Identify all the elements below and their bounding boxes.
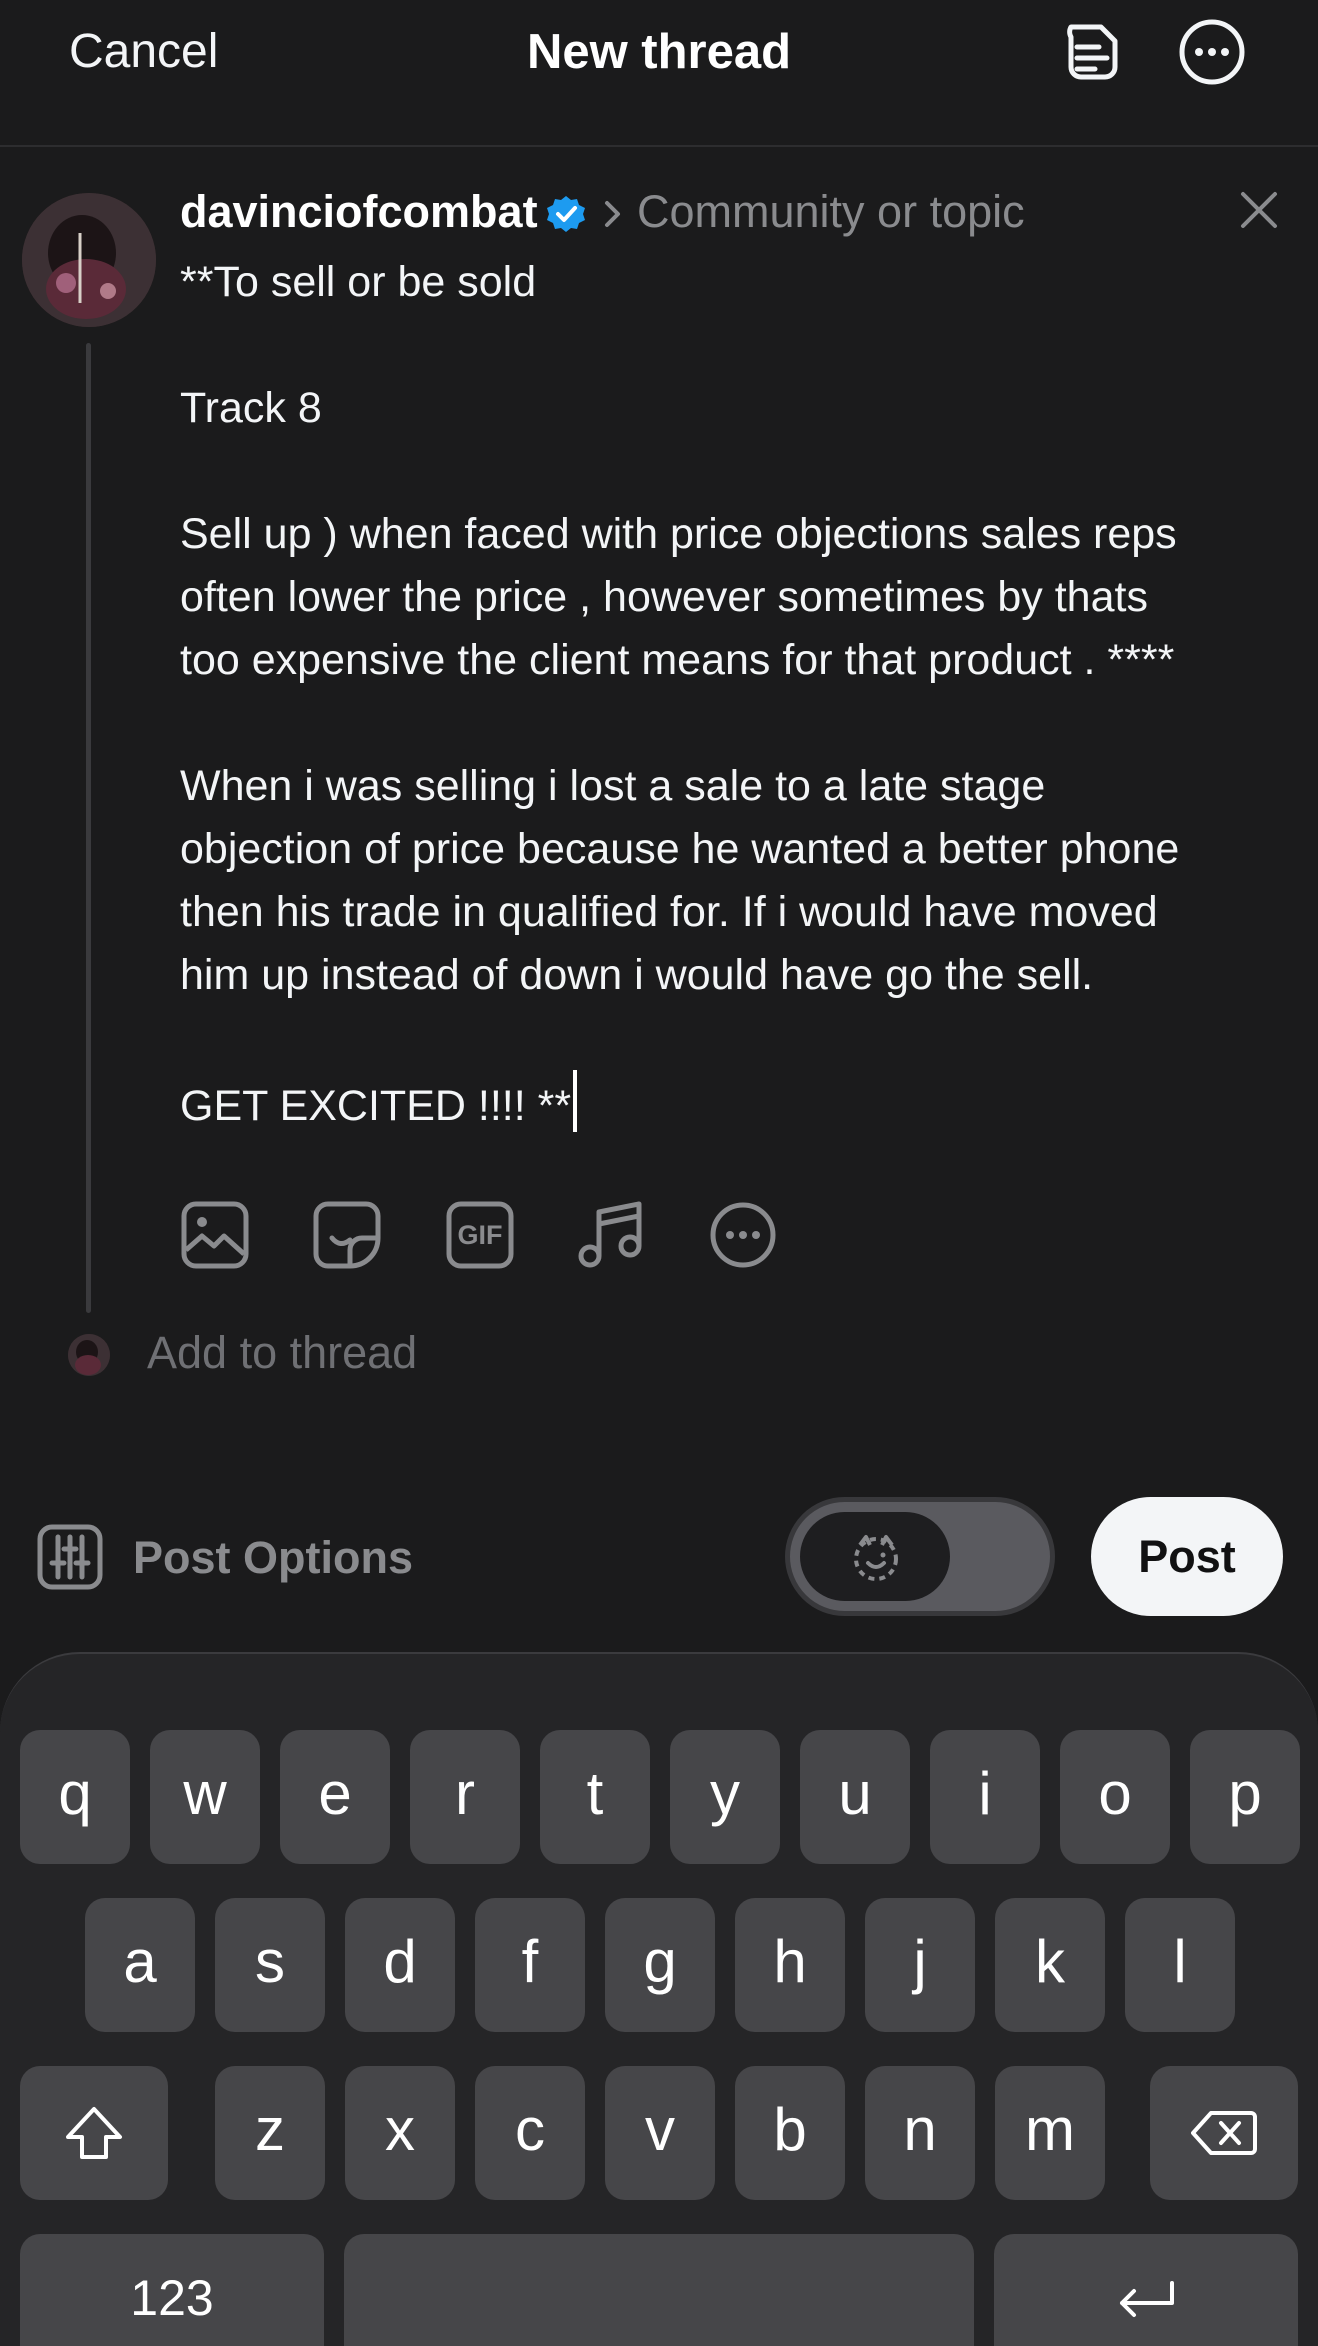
shift-key[interactable] <box>20 2066 168 2200</box>
gif-label: GIF <box>457 1220 503 1250</box>
space-key[interactable] <box>344 2234 974 2346</box>
verified-icon <box>547 196 585 232</box>
sticker-icon[interactable] <box>312 1200 382 1270</box>
key-j[interactable]: j <box>865 1898 975 2032</box>
text-line: objection of price because he wanted a b… <box>180 825 1180 873</box>
key-s[interactable]: s <box>215 1898 325 2032</box>
text-line: then his trade in qualified for. If i wo… <box>180 888 1158 936</box>
text-line: often lower the price , however sometime… <box>180 573 1148 621</box>
text-caret <box>573 1070 578 1132</box>
key-e[interactable]: e <box>280 1730 390 1864</box>
key-a[interactable]: a <box>85 1898 195 2032</box>
drafts-icon[interactable] <box>1057 17 1127 87</box>
backspace-icon <box>1191 2111 1257 2155</box>
key-i[interactable]: i <box>930 1730 1040 1864</box>
toggle-knob <box>800 1512 950 1601</box>
topic-selector[interactable]: Community or topic <box>637 186 1025 238</box>
text-line <box>180 314 1290 377</box>
key-v[interactable]: v <box>605 2066 715 2200</box>
post-button[interactable]: Post <box>1091 1497 1283 1616</box>
return-key[interactable] <box>994 2234 1298 2346</box>
key-z[interactable]: z <box>215 2066 325 2200</box>
top-bar: Cancel New thread <box>0 0 1318 147</box>
key-m[interactable]: m <box>995 2066 1105 2200</box>
post-options-icon[interactable] <box>36 1523 104 1591</box>
key-n[interactable]: n <box>865 2066 975 2200</box>
shift-icon <box>66 2107 122 2159</box>
thread-line <box>86 343 91 1313</box>
key-u[interactable]: u <box>800 1730 910 1864</box>
text-line: too expensive the client means for that … <box>180 636 1175 684</box>
post-textarea[interactable]: **To sell or be sold Track 8 Sell up ) w… <box>180 251 1290 1138</box>
smiley-face-icon <box>854 1535 898 1581</box>
key-h[interactable]: h <box>735 1898 845 2032</box>
key-t[interactable]: t <box>540 1730 650 1864</box>
key-l[interactable]: l <box>1125 1898 1235 2032</box>
text-line: him up instead of down i would have go t… <box>180 951 1094 999</box>
username[interactable]: davinciofcombat <box>180 186 538 238</box>
key-r[interactable]: r <box>410 1730 520 1864</box>
text-line: When i was selling i lost a sale to a la… <box>180 762 1046 810</box>
key-w[interactable]: w <box>150 1730 260 1864</box>
key-g[interactable]: g <box>605 1898 715 2032</box>
text-line: Track 8 <box>180 384 322 432</box>
key-y[interactable]: y <box>670 1730 780 1864</box>
image-icon[interactable] <box>180 1200 250 1270</box>
key-p[interactable]: p <box>1190 1730 1300 1864</box>
avatar-small <box>68 1334 110 1376</box>
gif-icon[interactable]: GIF <box>445 1200 515 1270</box>
return-icon <box>1120 2281 1174 2317</box>
key-f[interactable]: f <box>475 1898 585 2032</box>
key-k[interactable]: k <box>995 1898 1105 2032</box>
key-o[interactable]: o <box>1060 1730 1170 1864</box>
text-line: **To sell or be sold <box>180 258 537 306</box>
text-line: Sell up ) when faced with price objectio… <box>180 510 1177 558</box>
text-line: GET EXCITED !!!! ** <box>180 1082 572 1130</box>
numbers-key[interactable]: 123 <box>20 2234 324 2346</box>
chevron-right-icon <box>605 201 620 227</box>
close-icon[interactable] <box>1237 188 1281 232</box>
keyboard: q w e r t y u i o p a s d f g h j k l z … <box>0 1652 1318 2346</box>
key-x[interactable]: x <box>345 2066 455 2200</box>
music-icon[interactable] <box>576 1200 646 1270</box>
key-b[interactable]: b <box>735 2066 845 2200</box>
text-line-last: GET EXCITED !!!! ** <box>180 1070 1290 1138</box>
text-line <box>180 692 1290 755</box>
text-line <box>180 440 1290 503</box>
text-line <box>180 1007 1290 1070</box>
more-options-icon[interactable] <box>708 1200 778 1270</box>
add-to-thread[interactable]: Add to thread <box>147 1327 417 1379</box>
post-options-button[interactable]: Post Options <box>133 1532 413 1584</box>
key-q[interactable]: q <box>20 1730 130 1864</box>
ai-label-toggle[interactable] <box>785 1497 1055 1616</box>
key-d[interactable]: d <box>345 1898 455 2032</box>
key-c[interactable]: c <box>475 2066 585 2200</box>
more-icon[interactable] <box>1177 17 1247 87</box>
avatar <box>22 193 156 327</box>
delete-key[interactable] <box>1150 2066 1298 2200</box>
